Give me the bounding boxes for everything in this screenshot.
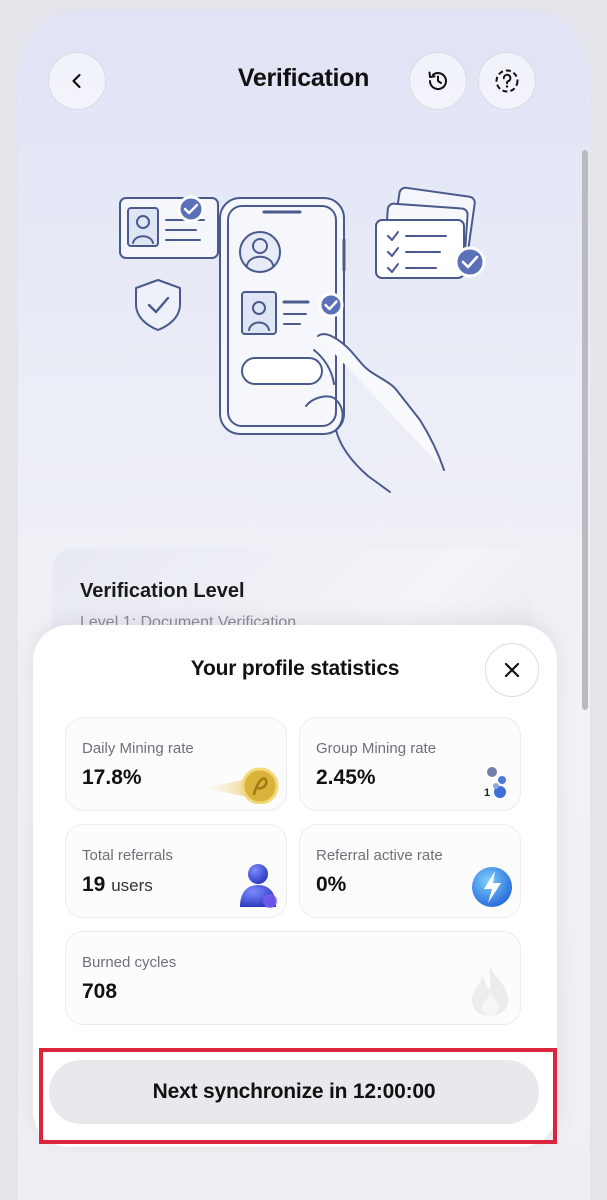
next-synchronize-button[interactable]: Next synchronize in 12:00:00 xyxy=(49,1060,539,1124)
close-icon xyxy=(504,662,520,678)
coin-icon xyxy=(202,767,279,804)
stat-value: 0% xyxy=(316,873,347,896)
scrollbar[interactable] xyxy=(582,150,588,710)
stat-value: 19 users xyxy=(82,873,153,896)
stat-label: Referral active rate xyxy=(316,847,443,864)
shield-check-icon xyxy=(135,279,181,331)
help-button[interactable] xyxy=(478,52,536,110)
stat-card-referral-active-rate: Referral active rate 0% xyxy=(299,824,521,918)
stat-card-total-referrals: Total referrals 19 users xyxy=(65,824,287,918)
stat-label: Daily Mining rate xyxy=(82,740,194,757)
history-icon xyxy=(428,71,447,90)
sheet-title: Your profile statistics xyxy=(190,657,400,680)
stat-card-burned-cycles: Burned cycles 708 xyxy=(65,931,521,1025)
stat-label: Burned cycles xyxy=(82,954,177,971)
stat-value: 708 xyxy=(82,980,118,1003)
close-button[interactable] xyxy=(485,643,539,697)
stat-label: Total referrals xyxy=(82,847,173,864)
flame-icon xyxy=(472,966,508,1016)
history-button[interactable] xyxy=(409,52,467,110)
stat-label: Group Mining rate xyxy=(316,740,437,757)
group-nodes-icon: 1 xyxy=(484,767,506,799)
stat-unit: users xyxy=(111,876,153,895)
group-badge: 1 xyxy=(484,787,490,799)
stat-card-daily-mining-rate: Daily Mining rate 17.8% xyxy=(65,717,287,811)
stat-card-group-mining-rate: Group Mining rate 2.45% 1 xyxy=(299,717,521,811)
stat-value: 17.8% xyxy=(82,766,142,789)
help-circle-icon xyxy=(495,69,519,93)
stat-value: 2.45% xyxy=(316,766,376,789)
verification-level-title: Verification Level xyxy=(80,580,245,602)
check-badge-icon xyxy=(318,292,344,318)
check-badge-icon xyxy=(454,246,486,278)
lightning-icon xyxy=(472,867,512,907)
verification-illustration xyxy=(119,186,486,493)
user-icon xyxy=(240,864,277,908)
check-badge-icon xyxy=(177,195,205,223)
